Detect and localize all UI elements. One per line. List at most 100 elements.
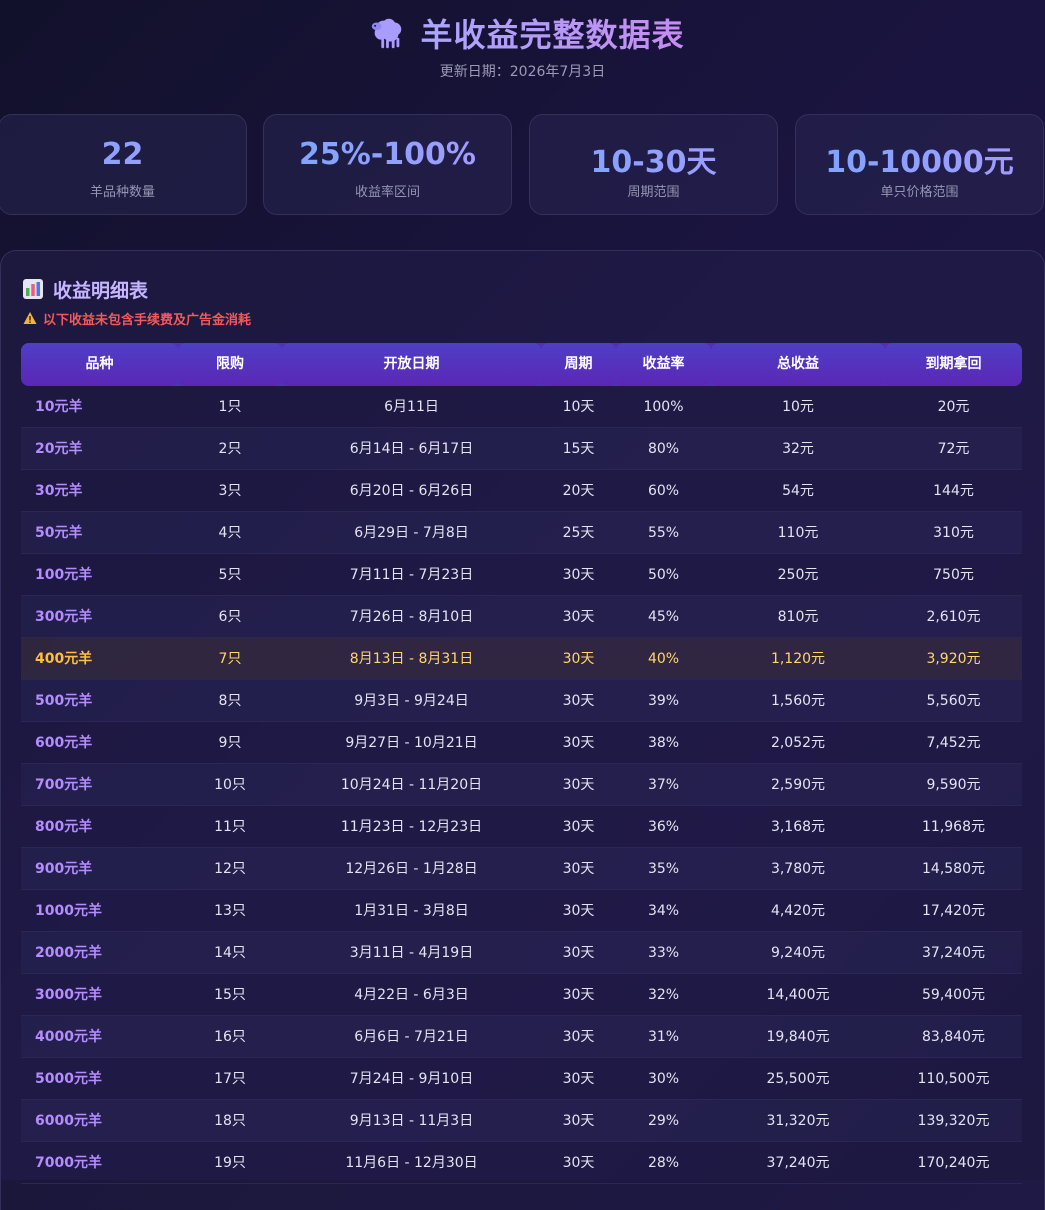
table-row: 6000元羊 18只 9月13日 - 11月3日 30天 29% 31,320元 139,3…	[21, 1100, 1022, 1142]
page-title: 羊收益完整数据表	[420, 10, 684, 56]
table-row: 7000元羊 19只 11月6日 - 12月30日 30天 28% 37,240元 170,…	[21, 1142, 1022, 1184]
cell-col-open-date: 6月29日 - 7月8日	[354, 525, 469, 541]
warning-icon	[23, 312, 37, 324]
cell-col-limit: 17只	[214, 1071, 246, 1087]
cell-col-total: 3,780元	[770, 861, 826, 877]
cell-col-return: 59,400元	[922, 987, 985, 1003]
cell-col-yield: 39%	[647, 693, 680, 709]
cell-col-yield: 50%	[647, 567, 680, 583]
cell-col-open-date: 4月22日 - 6月3日	[354, 987, 469, 1003]
cell-col-limit: 9只	[218, 735, 242, 751]
table-row: 300元羊 6只 7月26日 - 8月10日 30天 45% 810元 2,610元	[21, 596, 1022, 638]
cell-col-total: 2,052元	[770, 735, 826, 751]
cell-col-breed: 7000元羊	[35, 1155, 102, 1171]
cell-col-cycle: 30天	[562, 651, 595, 667]
stat-label: 收益率区间	[354, 185, 420, 200]
cell-col-yield: 36%	[647, 819, 680, 835]
cell-col-yield: 38%	[647, 735, 680, 751]
cell-col-breed: 50元羊	[35, 525, 83, 541]
cell-col-open-date: 9月13日 - 11月3日	[349, 1113, 474, 1129]
header-col-limit: 限购	[178, 343, 282, 386]
cell-col-total: 25,500元	[766, 1071, 830, 1087]
cell-col-yield: 32%	[647, 987, 680, 1003]
cell-col-total: 32元	[782, 441, 814, 457]
bar-chart-icon	[23, 279, 43, 299]
cell-col-open-date: 6月20日 - 6月26日	[349, 483, 474, 499]
cell-col-total: 3,168元	[770, 819, 826, 835]
cell-col-open-date: 6月11日	[384, 399, 439, 415]
cell-col-breed: 5000元羊	[35, 1071, 102, 1087]
cell-col-open-date: 7月26日 - 8月10日	[349, 609, 474, 625]
cell-col-breed: 2000元羊	[35, 945, 102, 961]
cell-col-open-date: 10月24日 - 11月20日	[340, 777, 483, 793]
cell-col-open-date: 6月14日 - 6月17日	[349, 441, 474, 457]
stat-label: 周期范围	[627, 185, 680, 200]
cell-col-breed: 6000元羊	[35, 1113, 102, 1129]
header-col-breed: 品种	[21, 343, 178, 386]
cell-col-cycle: 30天	[562, 609, 595, 625]
cell-col-return: 11,968元	[922, 819, 985, 835]
cell-col-return: 110,500元	[917, 1071, 990, 1087]
table-row: 10元羊 1只 6月11日 10天 100% 10元 20元	[21, 386, 1022, 428]
cell-col-return: 17,420元	[922, 903, 985, 919]
cell-col-breed: 900元羊	[35, 861, 93, 877]
table-header: 品种 限购 开放日期 周期 收益率 总收益 到期拿回	[21, 343, 1022, 386]
cell-col-return: 170,240元	[917, 1155, 990, 1171]
cell-col-return: 20元	[937, 399, 970, 415]
table-row: 700元羊 10只 10月24日 - 11月20日 30天 37% 2,590元 9,590…	[21, 764, 1022, 806]
cell-col-return: 5,560元	[926, 693, 981, 709]
stat-value: 22	[0, 137, 246, 172]
cell-col-open-date: 6月6日 - 7月21日	[354, 1029, 469, 1045]
earnings-panel: 收益明细表 以下收益未包含手续费及广告金消耗 品种 限购 开放日期 周期 收益率 总收益到…	[0, 250, 1045, 1210]
cell-col-breed: 600元羊	[35, 735, 93, 751]
cell-col-total: 10元	[782, 399, 814, 415]
page-header: 羊收益完整数据表 更新日期：2026年7月3日	[0, 0, 1045, 100]
table-row: 800元羊 11只 11月23日 - 12月23日 30天 36% 3,168元 11,96…	[21, 806, 1022, 848]
cell-col-breed: 800元羊	[35, 819, 93, 835]
stat-card-price-range: 10-10000元 单只价格范围	[795, 114, 1044, 215]
cell-col-open-date: 11月6日 - 12月30日	[345, 1155, 478, 1171]
header-col-cycle: 周期	[541, 343, 616, 386]
cell-col-breed: 100元羊	[35, 567, 93, 583]
cell-col-cycle: 25天	[562, 525, 595, 541]
cell-col-limit: 1只	[218, 399, 242, 415]
cell-col-cycle: 15天	[562, 441, 595, 457]
cell-col-breed: 10元羊	[35, 399, 83, 415]
cell-col-yield: 28%	[647, 1155, 680, 1171]
update-date: 更新日期：2026年7月3日	[439, 64, 606, 80]
panel-title-row: 收益明细表	[23, 277, 148, 302]
cell-col-total: 4,420元	[770, 903, 826, 919]
header-col-open-date: 开放日期	[282, 343, 541, 386]
cell-col-open-date: 8月13日 - 8月31日	[349, 651, 474, 667]
stat-label: 羊品种数量	[89, 185, 155, 200]
cell-col-yield: 100%	[643, 399, 684, 415]
cell-col-total: 9,240元	[770, 945, 826, 961]
cell-col-limit: 11只	[214, 819, 246, 835]
stat-value: 10-30天	[530, 137, 777, 181]
cell-col-return: 2,610元	[926, 609, 981, 625]
cell-col-limit: 16只	[214, 1029, 246, 1045]
cell-col-cycle: 30天	[562, 1071, 595, 1087]
table-body: 10元羊 1只 6月11日 10天 100% 10元 20元 20元羊 2只 6月14日 - 6月…	[21, 386, 1022, 1184]
cell-col-breed: 1000元羊	[35, 903, 102, 919]
cell-col-open-date: 9月3日 - 9月24日	[354, 693, 469, 709]
cell-col-total: 37,240元	[766, 1155, 830, 1171]
cell-col-total: 810元	[777, 609, 819, 625]
cell-col-limit: 19只	[214, 1155, 246, 1171]
cell-col-return: 83,840元	[922, 1029, 985, 1045]
table-row: 30元羊 3只 6月20日 - 6月26日 20天 60% 54元 144元	[21, 470, 1022, 512]
cell-col-return: 139,320元	[917, 1113, 990, 1129]
table-row: 400元羊 7只 8月13日 - 8月31日 30天 40% 1,120元 3,920元	[21, 638, 1022, 680]
cell-col-limit: 2只	[218, 441, 242, 457]
cell-col-limit: 12只	[214, 861, 246, 877]
table-row: 600元羊 9只 9月27日 - 10月21日 30天 38% 2,052元 7,452元	[21, 722, 1022, 764]
cell-col-limit: 8只	[218, 693, 242, 709]
cell-col-cycle: 30天	[562, 567, 595, 583]
cell-col-breed: 500元羊	[35, 693, 93, 709]
cell-col-yield: 31%	[647, 1029, 680, 1045]
cell-col-return: 3,920元	[926, 651, 981, 667]
cell-col-total: 19,840元	[766, 1029, 830, 1045]
cell-col-total: 1,560元	[770, 693, 826, 709]
cell-col-yield: 30%	[647, 1071, 680, 1087]
header-col-return: 到期拿回	[885, 343, 1022, 386]
